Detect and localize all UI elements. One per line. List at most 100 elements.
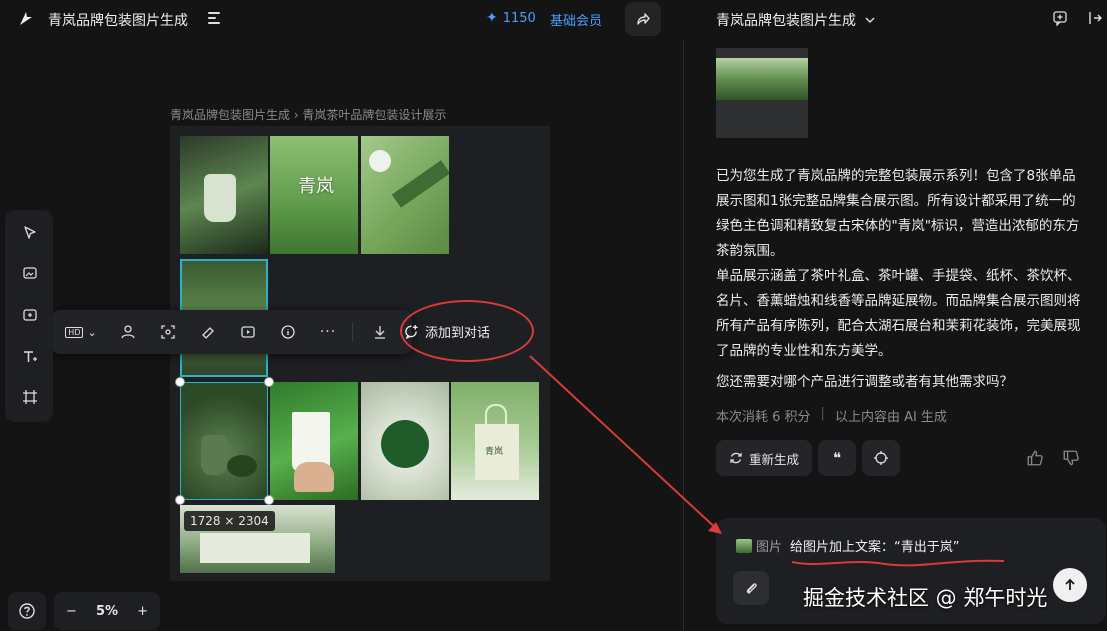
image-tea-jar-hand[interactable] <box>180 136 268 254</box>
send-button[interactable] <box>1053 568 1087 602</box>
quality-dropdown[interactable]: HD ⌄ <box>64 320 98 344</box>
text-icon <box>24 351 37 362</box>
resize-handle-top-left[interactable] <box>175 377 185 387</box>
image-dimensions-badge: 1728 × 2304 <box>184 511 275 531</box>
project-title[interactable]: 青岚品牌包装图片生成 <box>48 10 188 30</box>
resize-handle-top-right[interactable] <box>264 377 274 387</box>
candle-shape <box>201 435 227 475</box>
breadcrumb[interactable]: 青岚品牌包装图片生成 › 青岚茶叶品牌包装设计展示 <box>170 106 446 123</box>
tin-shape <box>381 420 429 468</box>
message-meta: 本次消耗 6 积分 | 以上内容由 AI 生成 <box>716 406 947 425</box>
new-chat-button[interactable] <box>1051 9 1069 27</box>
info-button[interactable] <box>276 320 300 344</box>
smart-crop-button[interactable] <box>156 320 180 344</box>
sparkle-icon: ✦ <box>486 10 498 26</box>
frame-icon <box>23 390 37 404</box>
credits-value: 1150 <box>502 10 536 26</box>
credit-cost: 本次消耗 6 积分 <box>716 410 811 425</box>
brand-logo-text: 青岚 <box>298 176 334 197</box>
eraser-icon <box>202 327 214 339</box>
resize-handle-bottom-right[interactable] <box>264 495 274 505</box>
chat-image-preview-photo <box>716 58 808 100</box>
locate-button[interactable] <box>862 440 900 476</box>
image-floating-toolbar: HD ⌄ ··· <box>52 310 412 354</box>
play-icon <box>241 326 255 338</box>
image-brand-packaging[interactable]: 青岚 <box>270 136 358 254</box>
app-logo-icon[interactable] <box>18 11 34 27</box>
share-button[interactable] <box>625 2 661 36</box>
refresh-icon <box>730 452 742 464</box>
annotation-circle <box>400 300 534 362</box>
regenerate-button[interactable]: 重新生成 <box>716 440 812 476</box>
chat-title: 青岚品牌包装图片生成 <box>716 13 856 29</box>
image-tool[interactable] <box>19 262 41 284</box>
ai-generated-note: 以上内容由 AI 生成 <box>834 410 947 425</box>
quoted-image-thumbnail <box>736 538 752 553</box>
video-button[interactable] <box>236 320 260 344</box>
top-bar: 青岚品牌包装图片生成 ✦ 1150 基础会员 <box>0 0 680 38</box>
info-icon <box>281 325 295 339</box>
eraser-button[interactable] <box>196 320 220 344</box>
image-tea-tin[interactable] <box>361 382 449 500</box>
chevron-down-icon <box>865 17 875 24</box>
more-dots-icon: ··· <box>319 324 337 340</box>
hd-icon: HD <box>65 326 84 338</box>
frame-tool[interactable] <box>19 386 41 408</box>
candle-lid <box>227 455 257 477</box>
crop-focus-icon <box>161 325 175 339</box>
image-edit-icon <box>23 267 37 279</box>
image-shopping-bag[interactable]: 青岚 <box>451 382 539 500</box>
person-icon <box>121 325 135 339</box>
quoted-image-prompt[interactable]: 图片 给图片加上文案：“青出于岚” <box>736 536 960 555</box>
hand-shape <box>294 462 334 492</box>
prompt-text: 给图片加上文案：“青出于岚” <box>790 540 960 555</box>
image-gift-box-incense[interactable] <box>361 136 449 254</box>
help-button[interactable] <box>8 592 46 630</box>
regenerate-label: 重新生成 <box>748 451 799 467</box>
chat-title-dropdown[interactable]: 青岚品牌包装图片生成 <box>716 10 876 30</box>
assistant-message-paragraph-1: 已为您生成了青岚品牌的完整包装展示系列！包含了8张单品展示图和1张完整品牌集合展… <box>716 168 1080 259</box>
card-shape <box>369 150 391 172</box>
thumbs-up-icon[interactable] <box>1026 449 1044 467</box>
download-icon <box>375 326 385 339</box>
resize-handle-bottom-left[interactable] <box>175 495 185 505</box>
meta-separator: | <box>820 406 825 421</box>
more-button[interactable]: ··· <box>316 320 340 344</box>
help-icon <box>19 603 35 619</box>
bag-shape: 青岚 <box>475 424 519 480</box>
credits-counter[interactable]: ✦ 1150 <box>486 10 536 26</box>
box-lid <box>391 160 449 208</box>
collapse-panel-button[interactable] <box>1086 9 1104 27</box>
zoom-level[interactable]: 5% <box>96 604 118 619</box>
assistant-message-paragraph-2: 单品展示涵盖了茶叶礼盒、茶叶罐、手提袋、纸杯、茶饮杯、名片、香薰蜡烛和线香等品牌… <box>716 268 1081 359</box>
left-toolbar <box>5 210 53 422</box>
menu-icon[interactable] <box>208 12 220 24</box>
attach-button[interactable] <box>733 571 769 605</box>
image-paper-cup[interactable] <box>270 382 358 500</box>
download-button[interactable] <box>368 320 392 344</box>
collapse-icon <box>1089 12 1102 24</box>
paperclip-icon <box>746 583 757 594</box>
watermark: 掘金技术社区 @ 郑午时光 <box>803 586 1048 610</box>
thumbs-down-icon[interactable] <box>1062 449 1080 467</box>
image-plus-icon <box>23 309 37 321</box>
person-cutout-button[interactable] <box>116 320 140 344</box>
jar-shape <box>204 174 236 222</box>
crosshair-icon <box>874 451 888 465</box>
bag-label: 青岚 <box>485 447 504 457</box>
zoom-in-button[interactable]: + <box>137 604 148 619</box>
arrow-up-icon <box>1065 578 1075 590</box>
bag-handle-shape <box>485 404 507 426</box>
chat-plus-icon <box>1053 11 1067 26</box>
zoom-out-button[interactable]: − <box>66 604 77 619</box>
select-tool[interactable] <box>19 222 41 244</box>
text-tool[interactable] <box>19 346 41 368</box>
membership-badge[interactable]: 基础会员 <box>550 10 602 29</box>
image-scented-candle[interactable] <box>180 382 268 500</box>
chevron-down-icon: ⌄ <box>87 325 97 339</box>
panel-divider <box>683 40 684 631</box>
display-stand <box>200 533 310 563</box>
annotation-underline <box>791 559 1005 567</box>
quote-button[interactable]: ❝ <box>818 440 856 476</box>
generate-tool[interactable] <box>19 304 41 326</box>
